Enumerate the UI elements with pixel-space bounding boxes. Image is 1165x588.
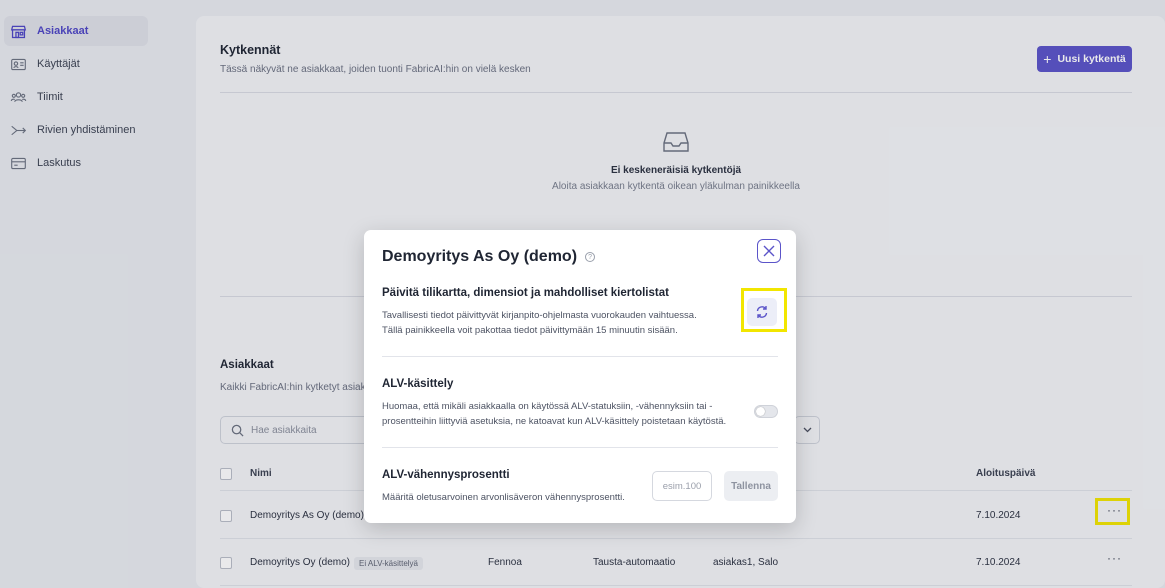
- refresh-heading: Päivitä tilikartta, dimensiot ja mahdoll…: [382, 287, 669, 299]
- vat-text-2: prosentteihin liittyviä asetuksia, ne ka…: [382, 416, 727, 427]
- highlight-box: [741, 288, 787, 332]
- vat-pct-input[interactable]: esim.100: [652, 471, 712, 501]
- vat-pct-heading: ALV-vähennysprosentti: [382, 469, 510, 481]
- divider: [382, 356, 778, 357]
- customer-settings-modal: Demoyritys As Oy (demo) ? Päivitä tilika…: [364, 230, 796, 523]
- refresh-text-1: Tavallisesti tiedot päivittyvät kirjanpi…: [382, 310, 697, 321]
- vat-text-1: Huomaa, että mikäli asiakkaalla on käytö…: [382, 401, 713, 412]
- divider: [382, 447, 778, 448]
- help-icon[interactable]: ?: [585, 252, 596, 262]
- close-icon: [763, 245, 775, 257]
- vat-toggle[interactable]: [754, 405, 778, 418]
- toggle-knob: [756, 407, 765, 416]
- modal-title: Demoyritys As Oy (demo) ?: [382, 248, 596, 266]
- vat-heading: ALV-käsittely: [382, 378, 454, 390]
- close-button[interactable]: [757, 239, 781, 263]
- save-button[interactable]: Tallenna: [724, 471, 778, 501]
- refresh-text-2: Tällä painikkeella voit pakottaa tiedot …: [382, 325, 678, 336]
